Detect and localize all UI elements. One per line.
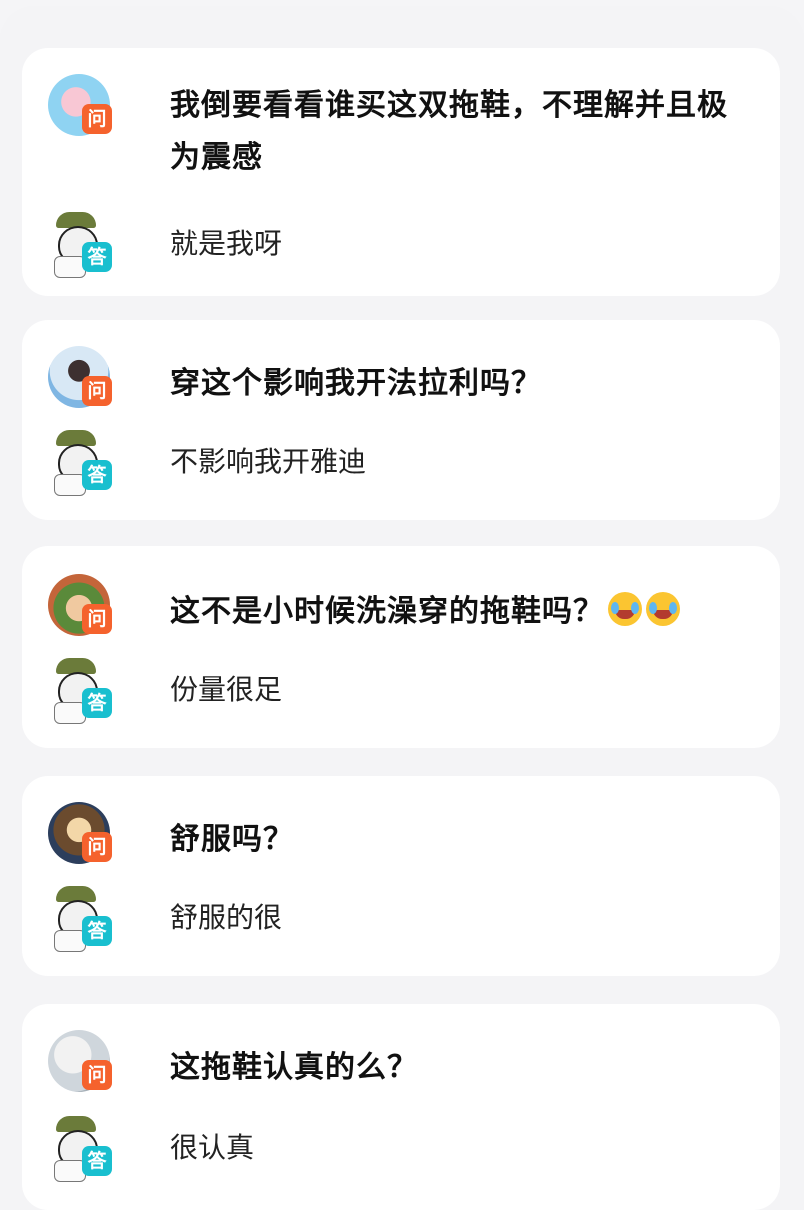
question-row: 问 这不是小时候洗澡穿的拖鞋吗？	[48, 574, 754, 640]
question-text: 我倒要看看谁买这双拖鞋，不理解并且极为震感	[170, 88, 728, 175]
question-text: 这拖鞋认真的么？	[170, 1050, 418, 1085]
answer-text: 份量很足	[170, 673, 283, 706]
qa-card[interactable]: 问 舒服吗？ 答 舒服的很	[22, 776, 780, 976]
qa-list: 问 我倒要看看谁买这双拖鞋，不理解并且极为震感 答 就是我呀 问 穿这个影响我开…	[0, 6, 804, 1210]
question-row: 问 这拖鞋认真的么？	[48, 1030, 754, 1096]
answer-badge: 答	[82, 242, 112, 272]
qa-card[interactable]: 问 这不是小时候洗澡穿的拖鞋吗？ 答 份量很足	[22, 546, 780, 748]
qa-card[interactable]: 问 我倒要看看谁买这双拖鞋，不理解并且极为震感 答 就是我呀	[22, 48, 780, 296]
question-badge: 问	[82, 104, 112, 134]
question-row: 问 舒服吗？	[48, 802, 754, 868]
question-text: 这不是小时候洗澡穿的拖鞋吗？	[170, 586, 734, 638]
answer-row: 答 份量很足	[48, 658, 754, 724]
answer-badge: 答	[82, 460, 112, 490]
answer-row: 答 就是我呀	[48, 212, 754, 278]
question-row: 问 穿这个影响我开法拉利吗？	[48, 346, 754, 412]
tears-of-joy-emoji-icon	[646, 592, 680, 626]
qa-card[interactable]: 问 穿这个影响我开法拉利吗？ 答 不影响我开雅迪	[22, 320, 780, 520]
answer-text: 很认真	[170, 1131, 255, 1164]
question-row: 问 我倒要看看谁买这双拖鞋，不理解并且极为震感	[48, 74, 754, 204]
question-text: 穿这个影响我开法拉利吗？	[170, 366, 542, 401]
question-badge: 问	[82, 604, 112, 634]
question-badge: 问	[82, 832, 112, 862]
tears-of-joy-emoji-icon	[608, 592, 642, 626]
qa-card[interactable]: 问 这拖鞋认真的么？ 答 很认真	[22, 1004, 780, 1210]
answer-row: 答 不影响我开雅迪	[48, 430, 754, 496]
answer-text: 不影响我开雅迪	[170, 445, 367, 478]
question-text-content: 这不是小时候洗澡穿的拖鞋吗？	[170, 594, 604, 629]
question-badge: 问	[82, 376, 112, 406]
answer-badge: 答	[82, 688, 112, 718]
answer-text: 就是我呀	[170, 227, 283, 260]
qa-page: 问 我倒要看看谁买这双拖鞋，不理解并且极为震感 答 就是我呀 问 穿这个影响我开…	[0, 0, 804, 1210]
question-badge: 问	[82, 1060, 112, 1090]
answer-row: 答 舒服的很	[48, 886, 754, 952]
answer-badge: 答	[82, 916, 112, 946]
answer-badge: 答	[82, 1146, 112, 1176]
question-text: 舒服吗？	[170, 822, 294, 857]
answer-text: 舒服的很	[170, 901, 283, 934]
answer-row: 答 很认真	[48, 1116, 754, 1182]
